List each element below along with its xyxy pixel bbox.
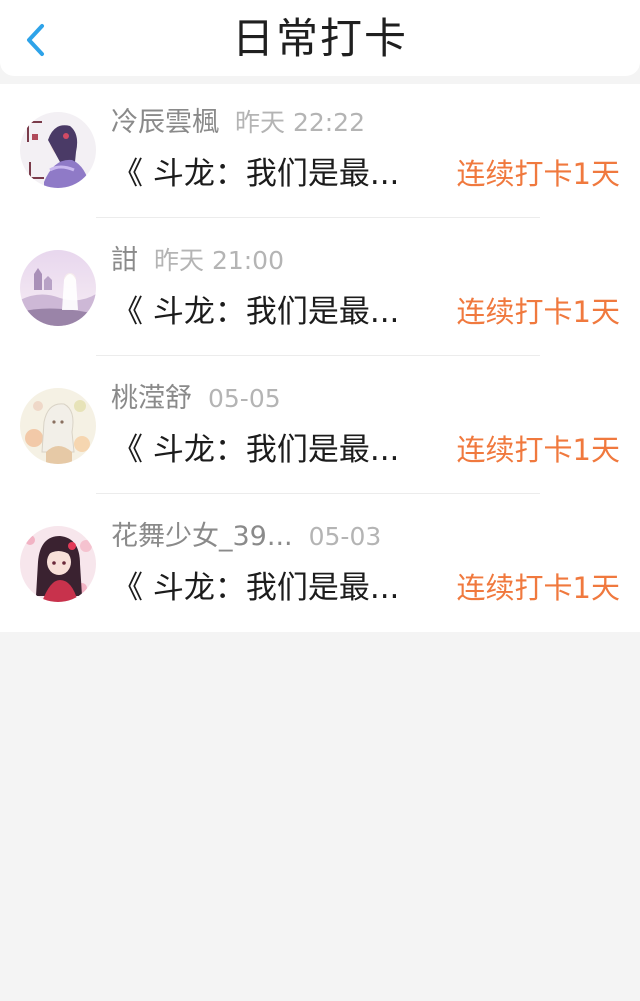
user-name[interactable]: 花舞少女_39... <box>111 521 293 552</box>
name-time-line: 桃滢舒 05-05 <box>111 380 281 421</box>
list-item[interactable]: 詌昨天 21:00 《 斗龙：我们是最... 连续打卡1天 <box>0 222 640 360</box>
post-time: 昨天 22:22 <box>235 108 365 137</box>
post-time: 昨天 21:00 <box>154 246 284 275</box>
streak-label: 连续打卡1天 <box>456 157 620 191</box>
user-name[interactable]: 冷辰雲楓 <box>111 107 219 138</box>
checkin-list: 冷辰雲楓 昨天 22:22 《 斗龙：我们是最... 连续打卡1天 詌 昨天 2… <box>0 84 640 632</box>
checkin-content: 《 斗龙：我们是最... <box>112 294 400 330</box>
top-bar: 日常打卡 <box>0 0 640 76</box>
list-item[interactable]: 花舞少女_39... 05-03 《 斗龙：我们是最... 连续打卡1天 <box>0 498 640 636</box>
divider <box>96 355 540 356</box>
avatar[interactable] <box>20 250 96 326</box>
avatar[interactable] <box>20 526 96 602</box>
user-name[interactable]: 詌 <box>111 245 138 276</box>
avatar[interactable] <box>20 388 96 464</box>
name-time-line: 詌昨天 21:00 <box>111 242 284 283</box>
user-name[interactable]: 桃滢舒 <box>111 383 192 414</box>
list-item[interactable]: 桃滢舒 05-05 《 斗龙：我们是最... 连续打卡1天 <box>0 360 640 498</box>
avatar[interactable] <box>20 112 96 188</box>
post-time: 05-05 <box>208 384 281 413</box>
checkin-content: 《 斗龙：我们是最... <box>112 570 400 606</box>
list-item[interactable]: 冷辰雲楓 昨天 22:22 《 斗龙：我们是最... 连续打卡1天 <box>0 84 640 222</box>
streak-label: 连续打卡1天 <box>456 295 620 329</box>
divider <box>96 493 540 494</box>
streak-label: 连续打卡1天 <box>456 433 620 467</box>
checkin-content: 《 斗龙：我们是最... <box>112 432 400 468</box>
streak-label: 连续打卡1天 <box>456 571 620 605</box>
page-title: 日常打卡 <box>231 14 408 63</box>
post-time: 05-03 <box>308 522 382 551</box>
divider <box>96 217 540 218</box>
name-time-line: 冷辰雲楓 昨天 22:22 <box>111 104 365 145</box>
name-time-line: 花舞少女_39... 05-03 <box>111 518 381 559</box>
checkin-content: 《 斗龙：我们是最... <box>112 156 400 192</box>
